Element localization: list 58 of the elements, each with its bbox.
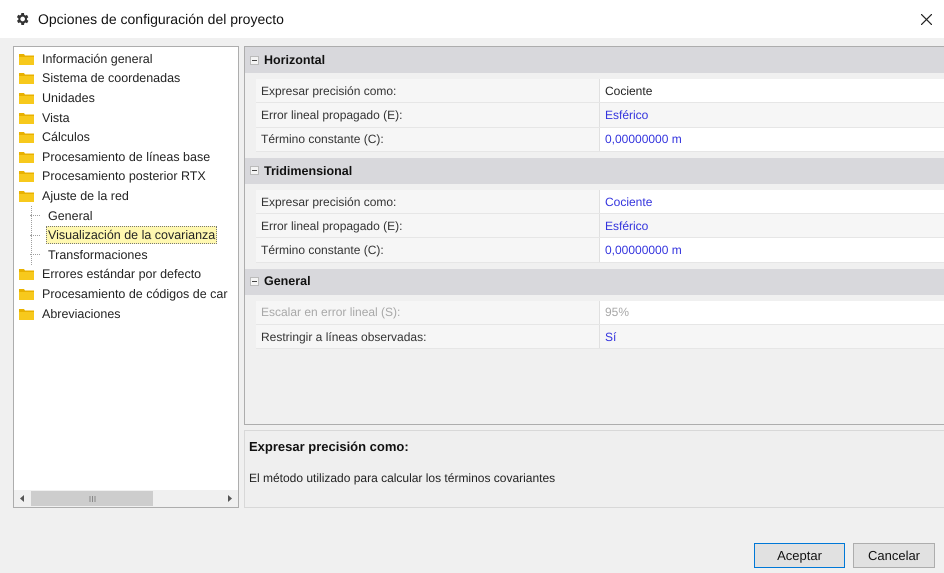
close-icon[interactable] <box>921 14 932 24</box>
tree-item[interactable]: Errores estándar por defecto <box>40 265 204 284</box>
category-title: Horizontal <box>264 52 326 69</box>
property-label[interactable]: Expresar precisión como: <box>256 190 600 214</box>
category-title: Tridimensional <box>264 162 352 180</box>
collapse-icon[interactable] <box>250 166 259 176</box>
scrollbar-thumb[interactable] <box>31 491 153 506</box>
property-value[interactable]: 0,00000000 m <box>600 238 944 262</box>
folder-icon <box>19 190 34 202</box>
folder-icon <box>19 170 34 182</box>
folder-icon <box>19 131 34 144</box>
tree-item[interactable]: Unidades <box>40 88 97 107</box>
property-value[interactable]: Cociente <box>600 190 944 214</box>
gear-icon <box>14 11 30 27</box>
horizontal-scrollbar[interactable] <box>14 490 238 507</box>
tree-item[interactable]: Sistema de coordenadas <box>40 69 182 88</box>
dialog-button[interactable]: Cancelar <box>853 543 935 568</box>
tree-item[interactable]: Ajuste de la red <box>40 186 131 205</box>
category-title: General <box>264 273 311 290</box>
property-value[interactable]: Esférico <box>600 214 944 238</box>
description-title: Expresar precisión como: <box>249 438 410 456</box>
tree-item[interactable]: Procesamiento de códigos de car <box>40 284 230 303</box>
tree-item[interactable]: Visualización de la covarianza <box>46 226 218 244</box>
property-label[interactable]: Término constante (C): <box>256 238 600 262</box>
tree-item[interactable]: Procesamiento posterior RTX <box>40 167 208 186</box>
folder-icon <box>19 268 34 280</box>
description-text: El método utilizado para calcular los términos covariantes <box>249 470 556 486</box>
folder-icon <box>19 308 34 320</box>
property-value[interactable]: Sí <box>600 325 944 348</box>
tree-item[interactable]: Procesamiento de líneas base <box>40 148 212 166</box>
property-label[interactable]: Restringir a líneas observadas: <box>256 325 600 348</box>
grip-icon <box>88 496 96 502</box>
property-label[interactable]: Error lineal propagado (E): <box>256 103 600 127</box>
property-value[interactable]: 0,00000000 m <box>600 128 944 151</box>
folder-icon <box>19 288 34 300</box>
property-label[interactable]: Expresar precisión como: <box>256 79 600 102</box>
category-header[interactable]: Horizontal <box>245 47 944 73</box>
tree-item[interactable]: Vista <box>40 108 72 127</box>
collapse-icon[interactable] <box>250 56 259 64</box>
property-value[interactable]: Cociente <box>600 79 944 102</box>
folder-icon <box>19 72 34 84</box>
tree-item[interactable]: Cálculos <box>40 128 92 146</box>
tree-item[interactable]: Información general <box>40 50 154 68</box>
property-value[interactable]: Esférico <box>600 103 944 127</box>
category-header[interactable]: General <box>245 268 944 295</box>
property-label[interactable]: Error lineal propagado (E): <box>256 214 600 238</box>
tree-item[interactable]: Transformaciones <box>46 246 150 264</box>
collapse-icon[interactable] <box>250 277 259 286</box>
tree-item[interactable]: General <box>46 206 94 225</box>
folder-icon <box>19 112 34 124</box>
category-header[interactable]: Tridimensional <box>245 158 944 184</box>
tree-item[interactable]: Abreviaciones <box>40 304 123 323</box>
property-label[interactable]: Término constante (C): <box>256 128 600 151</box>
folder-icon <box>19 52 34 65</box>
folder-icon <box>19 150 34 163</box>
folder-icon <box>19 92 34 104</box>
window-title: Opciones de configuración del proyecto <box>38 10 284 29</box>
dialog-button[interactable]: Aceptar <box>754 543 845 568</box>
